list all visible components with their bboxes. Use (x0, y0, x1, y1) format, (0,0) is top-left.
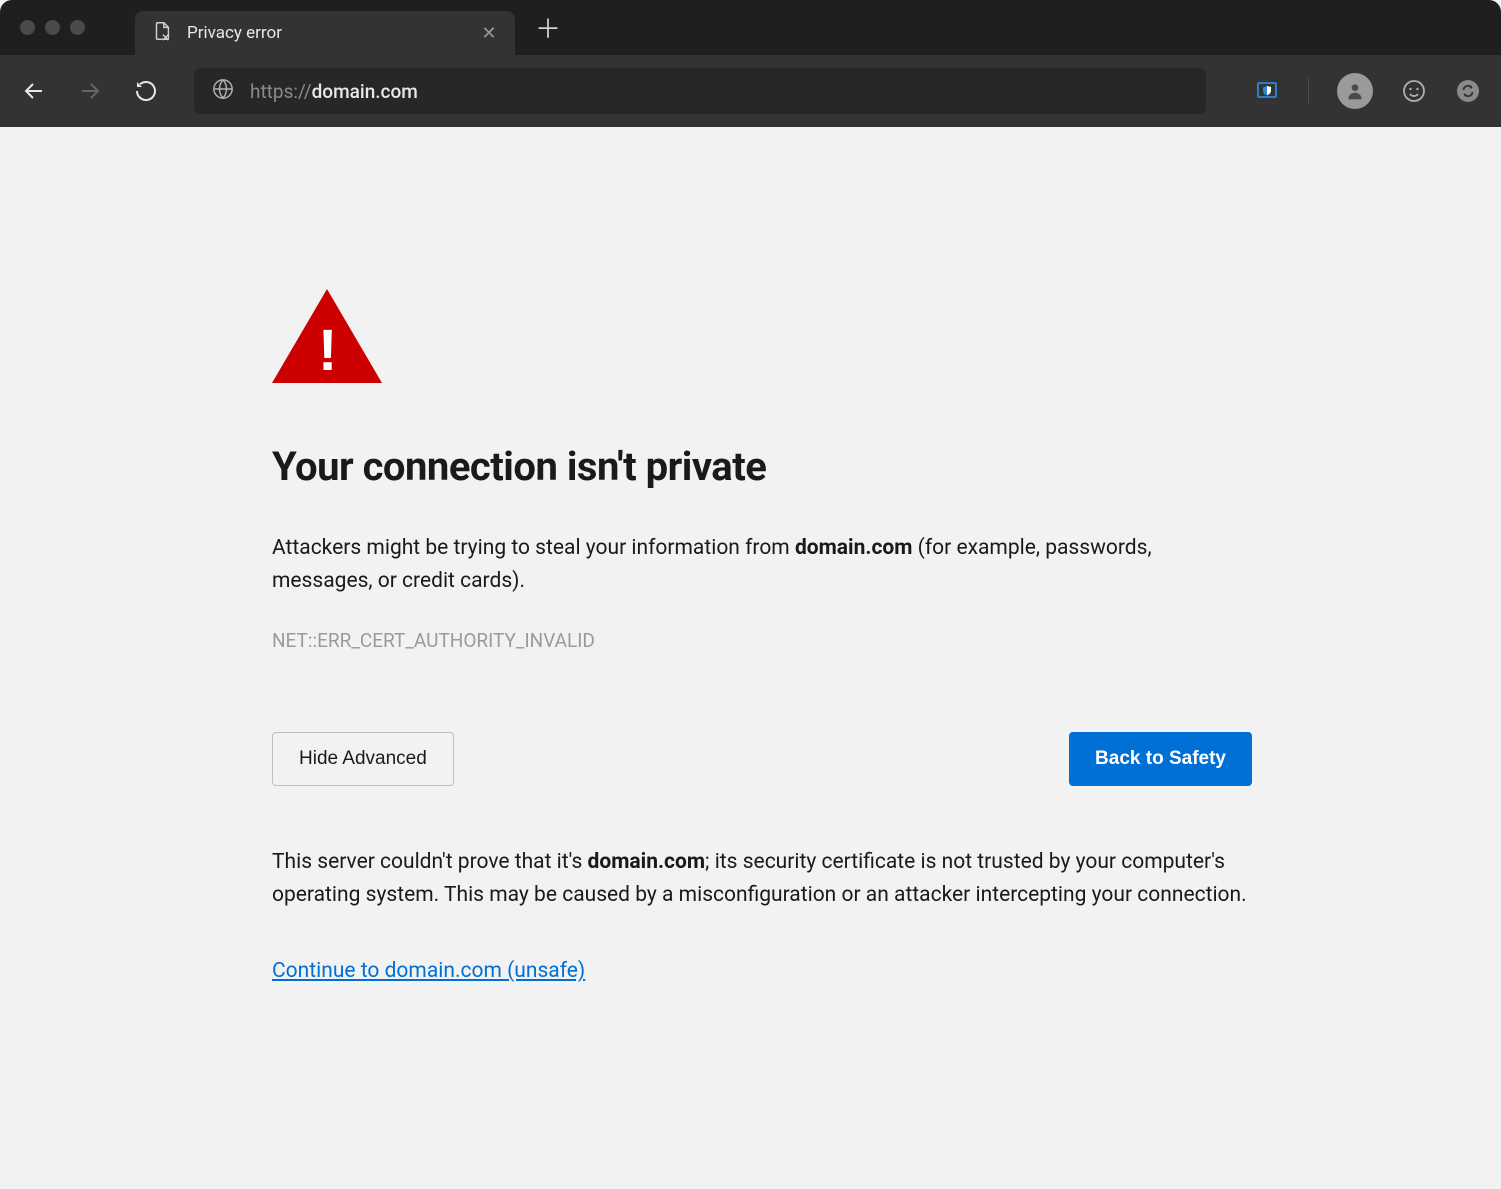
titlebar: Privacy error ✕ ＋ (0, 0, 1501, 55)
hide-advanced-button[interactable]: Hide Advanced (272, 732, 454, 786)
warning-domain: domain.com (795, 536, 913, 560)
browser-window: Privacy error ✕ ＋ (0, 0, 1501, 1189)
window-controls (20, 20, 85, 35)
new-tab-button[interactable]: ＋ (535, 9, 561, 46)
toolbar: https:// domain.com (0, 55, 1501, 127)
minimize-window-button[interactable] (45, 20, 60, 35)
close-window-button[interactable] (20, 20, 35, 35)
url-scheme: https:// (250, 80, 312, 103)
feedback-icon[interactable] (1401, 78, 1427, 104)
proceed-unsafe-link[interactable]: Continue to domain.com (unsafe) (272, 959, 585, 983)
warning-prefix: Attackers might be trying to steal your … (272, 536, 795, 560)
tab-page-icon (151, 20, 173, 46)
button-row: Hide Advanced Back to Safety (272, 732, 1252, 786)
toolbar-divider (1308, 78, 1309, 104)
page-content: Your connection isn't private Attackers … (0, 127, 1501, 1189)
error-code: NET::ERR_CERT_AUTHORITY_INVALID (272, 629, 1501, 652)
security-shield-icon[interactable] (1254, 78, 1280, 104)
browser-tab[interactable]: Privacy error ✕ (135, 11, 515, 55)
maximize-window-button[interactable] (70, 20, 85, 35)
explanation-text: This server couldn't prove that it's dom… (272, 846, 1252, 911)
error-heading: Your connection isn't private (272, 443, 1501, 490)
profile-avatar[interactable] (1337, 73, 1373, 109)
refresh-button[interactable] (132, 77, 160, 105)
url-host: domain.com (312, 80, 418, 103)
tab-title: Privacy error (187, 23, 465, 43)
url-text: https:// domain.com (250, 80, 418, 103)
sync-icon[interactable] (1455, 78, 1481, 104)
warning-icon (272, 289, 1501, 383)
forward-button[interactable] (76, 77, 104, 105)
explain-domain: domain.com (588, 850, 706, 874)
tab-close-button[interactable]: ✕ (479, 23, 499, 44)
address-bar[interactable]: https:// domain.com (194, 68, 1206, 114)
explain-prefix: This server couldn't prove that it's (272, 850, 588, 874)
back-button[interactable] (20, 77, 48, 105)
site-info-icon[interactable] (212, 78, 234, 104)
back-to-safety-button[interactable]: Back to Safety (1069, 732, 1252, 786)
warning-text: Attackers might be trying to steal your … (272, 532, 1252, 597)
toolbar-right (1254, 73, 1481, 109)
